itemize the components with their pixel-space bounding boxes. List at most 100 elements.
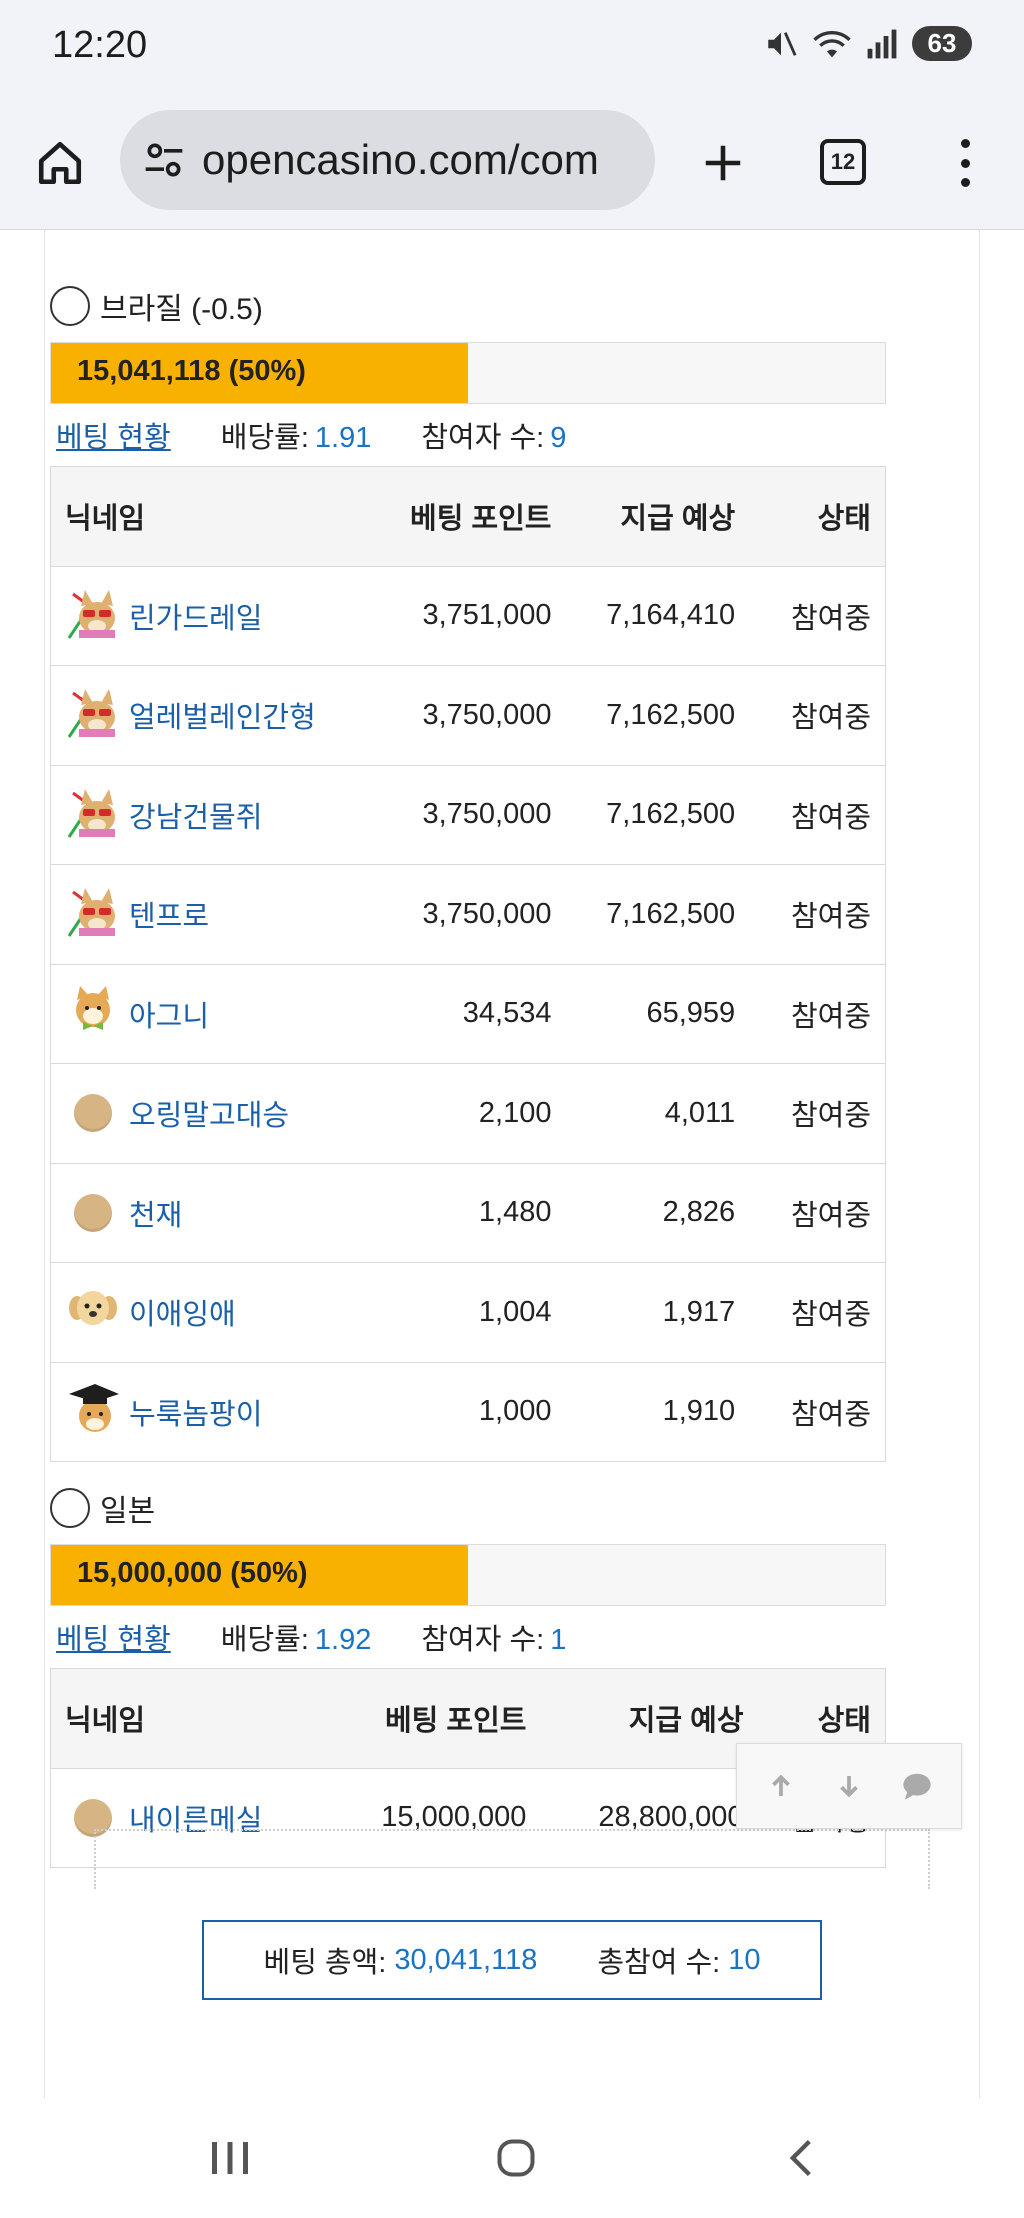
- bet-progress-bar: 15,000,000 (50%): [50, 1544, 886, 1606]
- bet-points-cell: 34,534: [334, 964, 552, 1064]
- header-bet-points: 베팅 포인트: [334, 466, 552, 567]
- coin-avatar-icon: [65, 1085, 121, 1141]
- site-settings-icon[interactable]: [142, 138, 186, 182]
- sunglasses-dog-icon: [65, 584, 121, 648]
- status-cell: 참여중: [735, 1063, 886, 1164]
- header-bet-points: 베팅 포인트: [301, 1668, 527, 1769]
- url-text: opencasino.com/com: [202, 136, 599, 183]
- bet-points-cell: 3,751,000: [334, 566, 552, 666]
- status-cell: 참여중: [735, 1163, 886, 1263]
- bet-option[interactable]: 브라질 (-0.5): [50, 280, 886, 332]
- bet-points-cell: 3,750,000: [334, 665, 552, 766]
- nickname-link[interactable]: 린가드레일: [129, 595, 262, 637]
- menu-icon[interactable]: [950, 133, 980, 193]
- status-cell: 참여중: [735, 964, 886, 1064]
- new-tab-icon[interactable]: [693, 133, 753, 193]
- sunglasses-dog-icon: [65, 683, 121, 747]
- puppy-icon: [65, 1280, 121, 1344]
- coin-avatar-icon: [65, 1185, 121, 1241]
- header-nickname: 닉네임: [50, 1668, 301, 1769]
- bet-status-link[interactable]: 베팅 현황: [56, 1616, 171, 1658]
- expected-payout-cell: 7,162,500: [551, 765, 736, 865]
- back-icon[interactable]: [772, 2133, 832, 2183]
- expected-payout-cell: 65,959: [551, 964, 736, 1064]
- floating-controls: [736, 1743, 962, 1829]
- address-bar[interactable]: opencasino.com/com: [120, 110, 655, 210]
- nickname-cell: 누룩놈팡이: [50, 1362, 335, 1462]
- radio-button[interactable]: [50, 1488, 90, 1528]
- table-row: 강남건물쥐 3,750,000 7,162,500 참여중: [50, 765, 886, 865]
- count-value: 10: [728, 1943, 761, 1976]
- home-circle-icon[interactable]: [486, 2133, 546, 2183]
- comment-area-edge: [94, 1829, 930, 1889]
- bet-status-link[interactable]: 베팅 현황: [56, 414, 171, 456]
- bet-points-cell: 3,750,000: [334, 765, 552, 865]
- status-cell: 참여중: [735, 864, 886, 965]
- nickname-cell: 얼레벌레인간형: [50, 665, 335, 766]
- nickname-link[interactable]: 오링말고대승: [129, 1092, 289, 1134]
- bet-table: 닉네임 베팅 포인트 지급 예상 상태 린가드레일 3,751,000 7,164,…: [50, 466, 886, 1462]
- radio-button[interactable]: [50, 286, 90, 326]
- graduate-dog-icon: [65, 1380, 121, 1444]
- scroll-down-icon[interactable]: [824, 1761, 874, 1811]
- bet-points-cell: 1,480: [334, 1163, 552, 1263]
- expected-payout-cell: 2,826: [551, 1163, 736, 1263]
- comment-icon[interactable]: [892, 1761, 942, 1811]
- nickname-link[interactable]: 텐프로: [129, 893, 209, 935]
- table-row: 이애잉애 1,004 1,917 참여중: [50, 1262, 886, 1363]
- expected-payout-cell: 7,164,410: [551, 566, 736, 666]
- nickname-cell: 천재: [50, 1163, 335, 1263]
- sunglasses-dog-icon: [65, 783, 121, 847]
- option-label: 브라질 (-0.5): [100, 293, 263, 326]
- bet-option-section: 브라질 (-0.5) 15,041,118 (50%) 베팅 현황 배당률: 1.…: [50, 280, 886, 1462]
- expected-payout-cell: 1,917: [551, 1262, 736, 1363]
- nickname-link[interactable]: 강남건물쥐: [129, 794, 262, 836]
- bet-stats: 베팅 현황 배당률: 1.92 참여자 수: 1: [50, 1606, 886, 1668]
- bet-option[interactable]: 일본: [50, 1482, 886, 1534]
- nickname-cell: 텐프로: [50, 864, 335, 965]
- progress-label: 15,000,000 (50%): [77, 1557, 308, 1589]
- nickname-link[interactable]: 얼레벌레인간형: [129, 694, 316, 736]
- nickname-cell: 강남건물쥐: [50, 765, 335, 865]
- bet-points-cell: 1,000: [334, 1362, 552, 1462]
- tabs-icon[interactable]: 12: [820, 139, 866, 185]
- nickname-link[interactable]: 이애잉애: [129, 1291, 236, 1333]
- table-row: 천재 1,480 2,826 참여중: [50, 1163, 886, 1263]
- bet-stats: 베팅 현황 배당률: 1.91 참여자 수: 9: [50, 404, 886, 466]
- nickname-cell: 아그니: [50, 964, 335, 1064]
- participants: 참여자 수: 1: [421, 1624, 567, 1656]
- participants: 참여자 수: 9: [421, 422, 567, 454]
- header-expected-payout: 지급 예상: [551, 466, 736, 567]
- total-value: 30,041,118: [394, 1943, 538, 1976]
- status-time: 12:20: [52, 24, 148, 66]
- table-row: 린가드레일 3,751,000 7,164,410 참여중: [50, 566, 886, 666]
- nickname-cell: 오링말고대승: [50, 1063, 335, 1164]
- nickname-cell: 린가드레일: [50, 566, 335, 666]
- status-cell: 참여중: [735, 765, 886, 865]
- expected-payout-cell: 1,910: [551, 1362, 736, 1462]
- recent-apps-icon[interactable]: [200, 2133, 260, 2183]
- status-cell: 참여중: [735, 566, 886, 666]
- total-label: 베팅 총액:: [263, 1947, 387, 1979]
- expected-payout-cell: 4,011: [551, 1063, 736, 1164]
- nickname-link[interactable]: 천재: [129, 1192, 182, 1234]
- nickname-link[interactable]: 누룩놈팡이: [129, 1391, 262, 1433]
- header-nickname: 닉네임: [50, 466, 335, 567]
- table-header: 닉네임 베팅 포인트 지급 예상 상태: [50, 466, 886, 567]
- scroll-up-icon[interactable]: [756, 1761, 806, 1811]
- status-cell: 참여중: [735, 665, 886, 766]
- bet-totals: 베팅 총액: 30,041,118 총참여 수: 10: [202, 1920, 822, 2000]
- expected-payout-cell: 7,162,500: [551, 665, 736, 766]
- table-row: 얼레벌레인간형 3,750,000 7,162,500 참여중: [50, 665, 886, 766]
- nickname-link[interactable]: 아그니: [129, 993, 209, 1035]
- table-row: 텐프로 3,750,000 7,162,500 참여중: [50, 864, 886, 965]
- odds: 배당률: 1.91: [220, 422, 372, 454]
- home-icon[interactable]: [30, 133, 90, 193]
- sunglasses-dog-icon: [65, 882, 121, 946]
- browser-toolbar: opencasino.com/com 12: [0, 95, 1024, 230]
- bet-progress-bar: 15,041,118 (50%): [50, 342, 886, 404]
- battery-icon: 63: [912, 26, 972, 61]
- header-expected-payout: 지급 예상: [526, 1668, 744, 1769]
- shiba-bowtie-icon: [65, 982, 121, 1046]
- option-label: 일본: [100, 1495, 156, 1528]
